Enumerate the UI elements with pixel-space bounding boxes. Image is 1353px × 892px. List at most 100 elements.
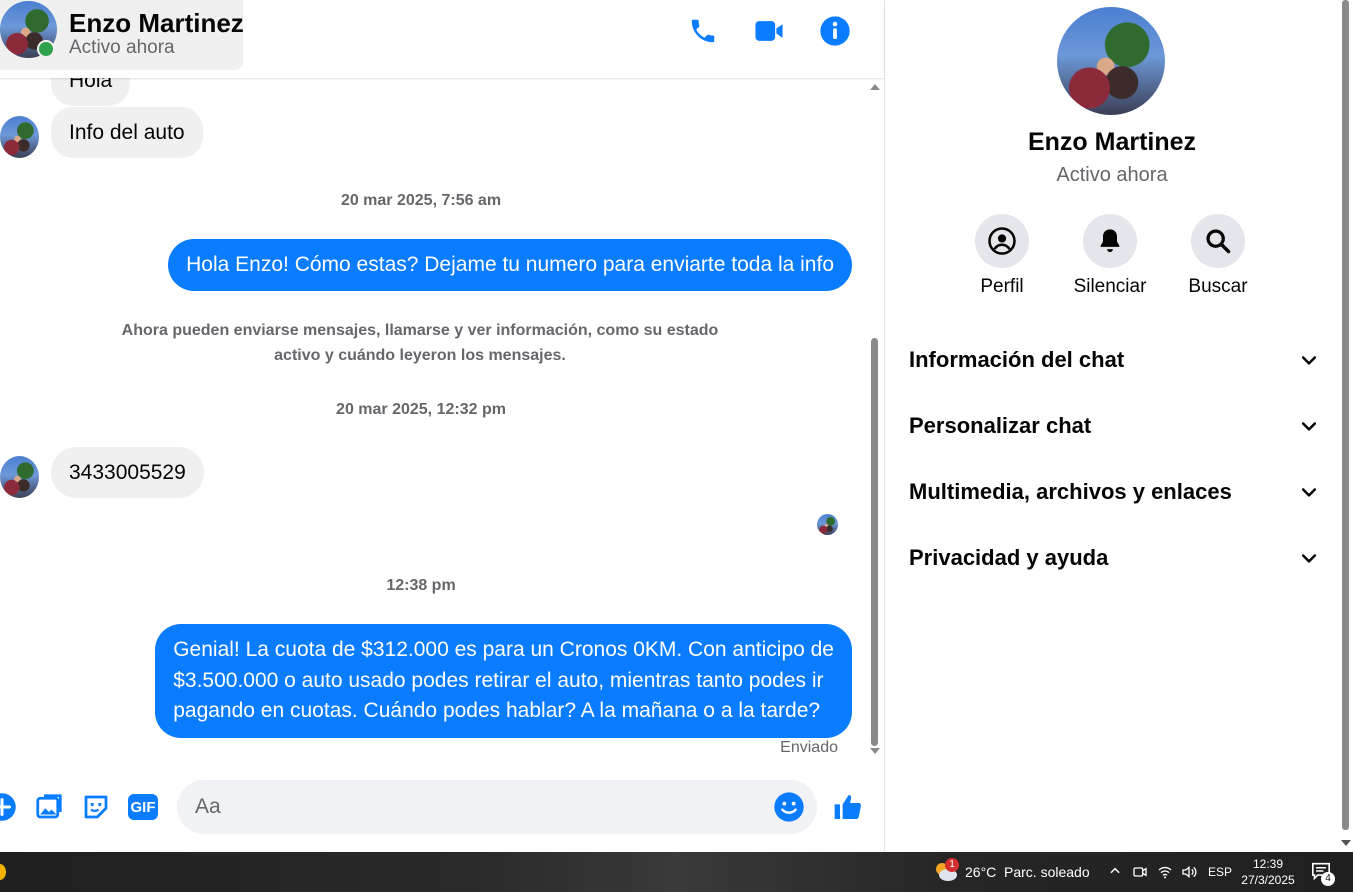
incoming-message[interactable]: Info del auto xyxy=(51,107,203,158)
scroll-up-arrow[interactable] xyxy=(870,84,880,90)
page-scroll-down-arrow[interactable] xyxy=(1341,840,1351,846)
windows-taskbar: 1 26°C Parc. soleado ESP 12:39 27/3/2025… xyxy=(0,852,1353,892)
incoming-message[interactable]: Hola xyxy=(51,78,131,106)
conversation-info-button[interactable] xyxy=(818,14,852,48)
sent-status: Enviado xyxy=(780,739,838,756)
chevron-down-icon xyxy=(1301,488,1317,497)
app-icon[interactable] xyxy=(0,864,6,880)
gif-label: GIF xyxy=(130,798,156,816)
smiley-icon xyxy=(774,792,804,822)
message-line: pagando en cuotas. Cuándo podes hablar? … xyxy=(173,699,821,722)
phone-icon xyxy=(691,19,715,43)
sticker-button[interactable] xyxy=(80,791,112,823)
chevron-down-icon xyxy=(1301,554,1317,563)
sender-avatar[interactable] xyxy=(0,116,39,158)
search-icon xyxy=(1206,229,1231,254)
gif-button[interactable]: GIF xyxy=(127,791,159,823)
clock[interactable]: 12:39 27/3/2025 xyxy=(1238,856,1298,888)
section-media-files-links[interactable]: Multimedia, archivos y enlaces xyxy=(909,472,1319,512)
timestamp: 12:38 pm xyxy=(386,577,456,594)
call-button[interactable] xyxy=(686,14,720,48)
chevron-down-icon xyxy=(1301,356,1317,365)
section-privacy-help[interactable]: Privacidad y ayuda xyxy=(909,538,1319,578)
weather-badge-count: 1 xyxy=(949,859,955,870)
bell-icon xyxy=(1100,229,1120,253)
profile-icon xyxy=(988,227,1016,255)
conversation-info-panel: Enzo Martinez Activo ahora Perfil Silenc… xyxy=(884,0,1339,852)
outgoing-message[interactable]: Hola Enzo! Cómo estas? Dejame tu numero … xyxy=(168,239,852,291)
profile-action[interactable]: Perfil xyxy=(957,214,1047,298)
search-action[interactable]: Buscar xyxy=(1173,214,1263,298)
thumbs-up-icon xyxy=(834,795,861,819)
weather-badge: 1 xyxy=(945,858,959,872)
more-actions-button[interactable] xyxy=(0,791,18,823)
search-action-label: Buscar xyxy=(1188,276,1248,297)
video-call-button[interactable] xyxy=(752,14,786,48)
message-scrollbar[interactable] xyxy=(866,78,884,760)
section-chat-info[interactable]: Información del chat xyxy=(909,340,1319,380)
profile-name: Enzo Martinez xyxy=(1027,128,1197,156)
message-input[interactable] xyxy=(177,780,817,834)
weather-widget-icon[interactable]: 1 xyxy=(933,858,959,884)
image-icon xyxy=(36,794,62,819)
read-receipt-avatar xyxy=(817,514,838,535)
gif-icon: GIF xyxy=(128,794,158,820)
show-hidden-icons-button[interactable] xyxy=(1108,864,1122,881)
profile-action-circle[interactable] xyxy=(975,214,1029,268)
section-customize-chat[interactable]: Personalizar chat xyxy=(909,406,1319,446)
scroll-down-arrow[interactable] xyxy=(870,748,880,754)
contact-status: Activo ahora xyxy=(69,37,175,58)
clock-date: 27/3/2025 xyxy=(1241,873,1295,887)
page-scrollbar[interactable] xyxy=(1338,0,1353,852)
search-action-circle[interactable] xyxy=(1191,214,1245,268)
section-label: Información del chat xyxy=(909,347,1125,372)
section-label: Privacidad y ayuda xyxy=(909,545,1109,570)
volume-button[interactable] xyxy=(1180,864,1198,883)
message-list[interactable]: Hola Info del auto 20 mar 2025, 7:56 am … xyxy=(0,78,866,760)
speaker-icon xyxy=(1182,865,1197,879)
timestamp: 20 mar 2025, 12:32 pm xyxy=(336,401,506,418)
sticker-icon xyxy=(84,795,108,819)
camera-outline-icon xyxy=(1133,867,1147,877)
profile-action-label: Perfil xyxy=(980,276,1024,297)
notification-count-badge: 4 xyxy=(1321,872,1335,886)
message-line: Genial! La cuota de $312.000 es para un … xyxy=(173,638,834,661)
section-label: Multimedia, archivos y enlaces xyxy=(909,479,1232,504)
system-notice: Ahora pueden enviarse mensajes, llamarse… xyxy=(90,318,750,368)
network-button[interactable] xyxy=(1156,864,1174,883)
video-camera-icon xyxy=(755,21,783,41)
like-button[interactable] xyxy=(832,791,864,823)
contact-chip[interactable]: Enzo Martinez Activo ahora xyxy=(0,0,244,70)
page-scroll-thumb[interactable] xyxy=(1342,0,1349,830)
notification-center-button[interactable]: 4 xyxy=(1311,862,1337,886)
weather-temperature[interactable]: 26°C xyxy=(965,864,996,880)
incoming-message[interactable]: 3433005529 xyxy=(51,447,204,498)
profile-status: Activo ahora xyxy=(1056,164,1168,186)
chat-column: Enzo Martinez Activo ahora Hola Info del… xyxy=(0,0,884,852)
composer: GIF xyxy=(0,760,884,852)
outgoing-message[interactable]: Genial! La cuota de $312.000 es para un … xyxy=(155,624,852,738)
wifi-icon xyxy=(1158,866,1172,879)
info-icon xyxy=(820,16,850,46)
system-notice-line: activo y cuándo leyeron los mensajes. xyxy=(274,347,566,364)
input-language[interactable]: ESP xyxy=(1208,865,1232,879)
sender-avatar[interactable] xyxy=(0,456,39,498)
mute-action-circle[interactable] xyxy=(1083,214,1137,268)
message-line: $3.500.000 o auto usado podes retirar el… xyxy=(173,668,824,692)
attach-photo-button[interactable] xyxy=(33,791,65,823)
plus-circle-icon xyxy=(0,793,16,821)
notification-count: 4 xyxy=(1325,873,1331,884)
chat-header: Enzo Martinez Activo ahora xyxy=(0,0,884,78)
timestamp: 20 mar 2025, 7:56 am xyxy=(340,192,502,209)
clock-time: 12:39 xyxy=(1252,857,1284,871)
emoji-button[interactable] xyxy=(773,791,805,823)
contact-name[interactable]: Enzo Martinez xyxy=(69,8,244,39)
section-label: Personalizar chat xyxy=(909,413,1092,438)
weather-description[interactable]: Parc. soleado xyxy=(1004,864,1090,880)
chevron-up-icon xyxy=(1110,867,1120,874)
meet-now-button[interactable] xyxy=(1132,864,1148,883)
chevron-down-icon xyxy=(1301,422,1317,431)
mute-action[interactable]: Silenciar xyxy=(1065,214,1155,298)
profile-avatar[interactable] xyxy=(1057,7,1165,115)
scroll-thumb[interactable] xyxy=(871,338,878,746)
